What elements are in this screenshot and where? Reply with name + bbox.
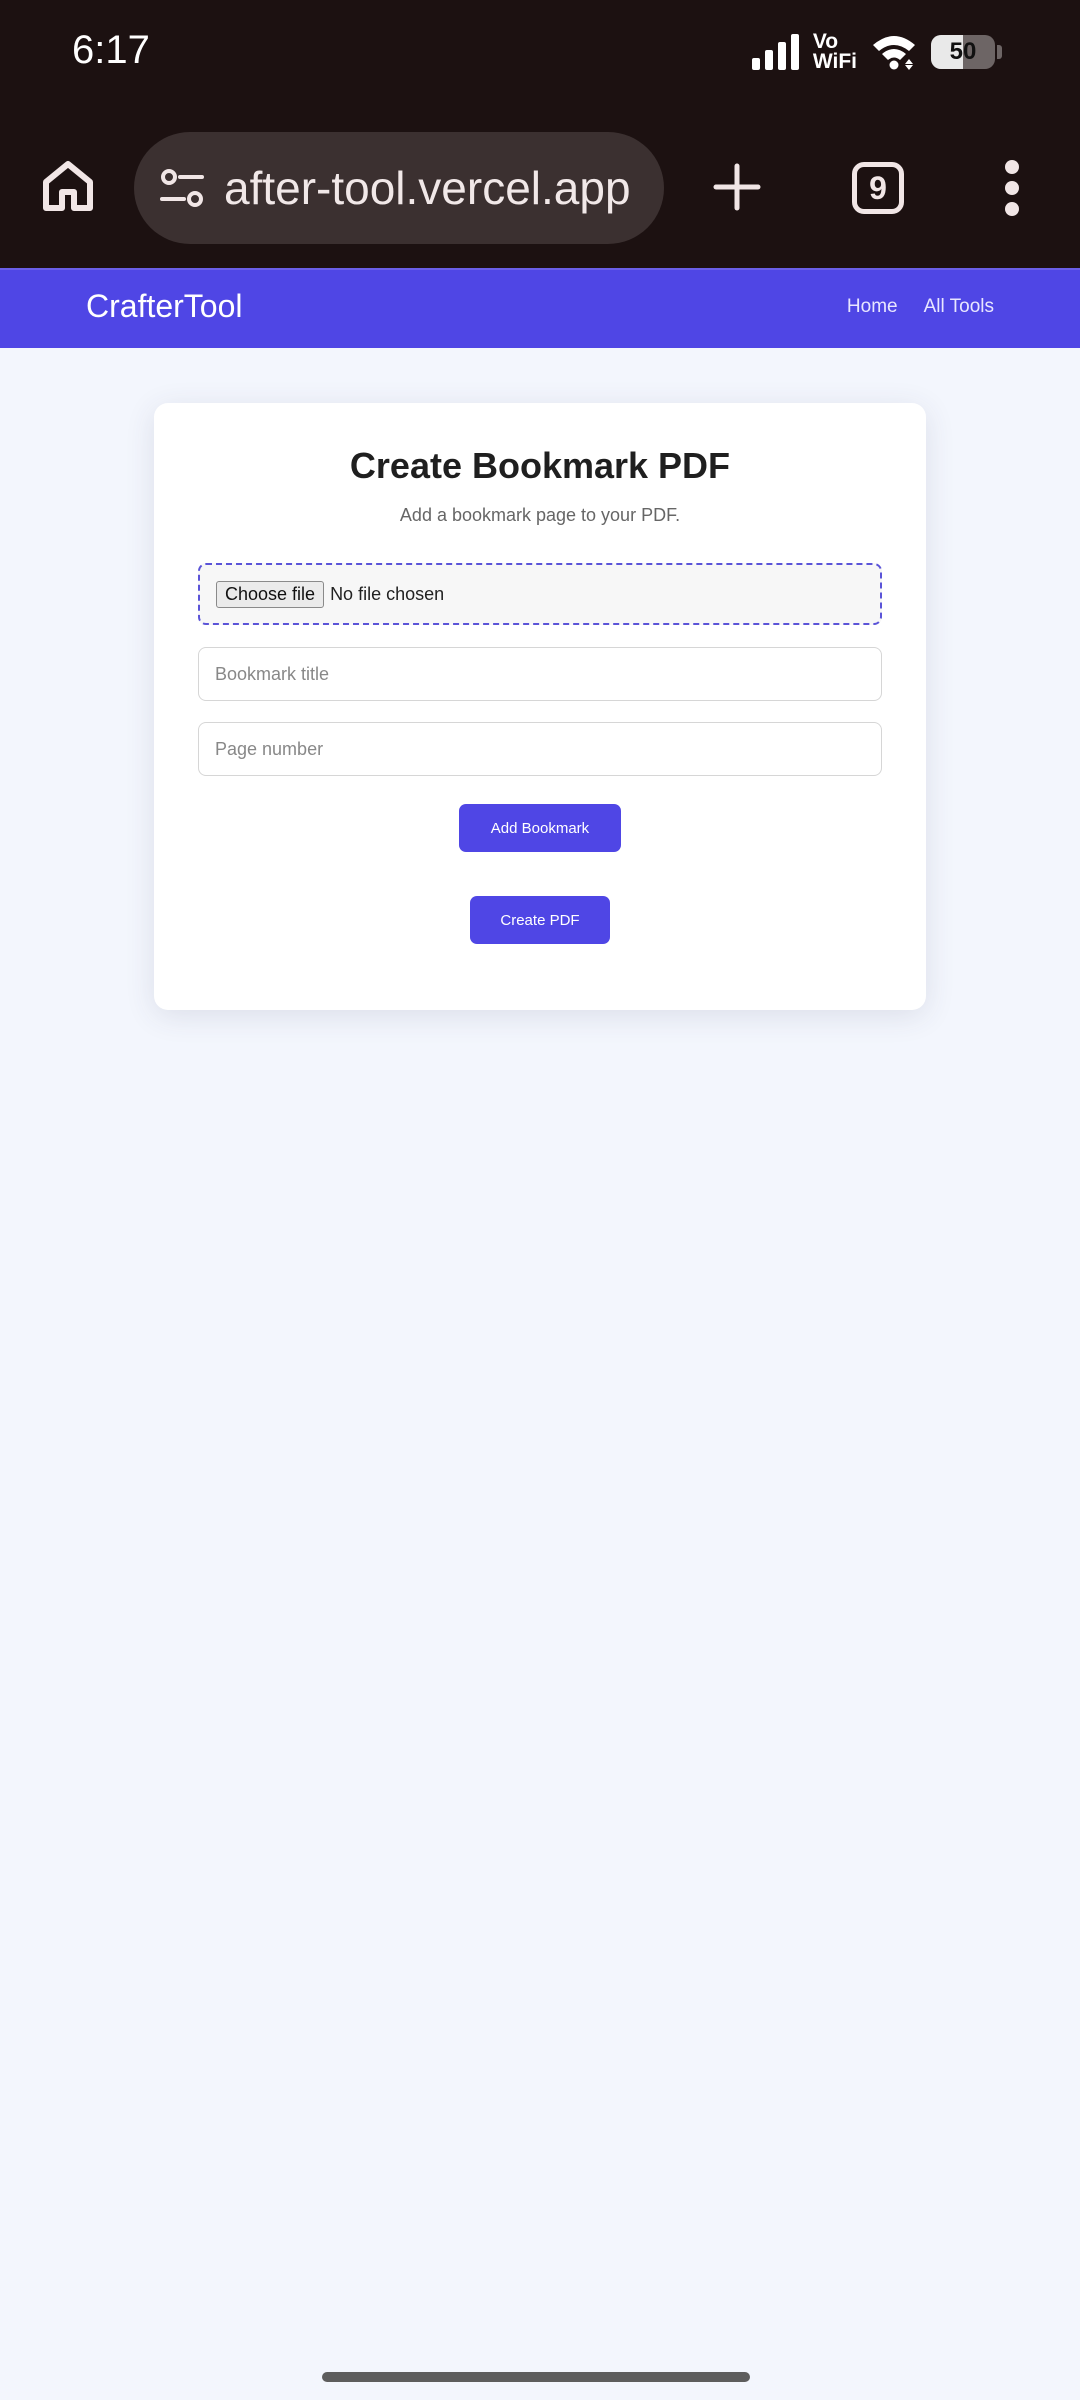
file-input[interactable]: Choose file No file chosen [198,563,882,625]
battery-icon: 50 [931,35,995,69]
browser-chrome: 6:17 Vo WiFi 50 after-tool.vercel.app 9 [0,0,1080,268]
site-navbar: CrafterTool Home All Tools [0,268,1080,348]
battery-tip [997,45,1002,59]
wifi-icon [873,36,915,70]
new-tab-icon[interactable] [712,162,762,212]
page-subtitle: Add a bookmark page to your PDF. [399,505,681,525]
nav-link-home[interactable]: Home [847,296,898,318]
url-bar[interactable]: after-tool.vercel.app [134,132,664,244]
brand-logo[interactable]: CrafterTool [86,288,243,325]
bookmark-title-input[interactable] [198,647,882,701]
choose-file-button[interactable]: Choose file [216,580,325,608]
vowifi-label: Vo WiFi [812,30,857,73]
nav-link-all-tools[interactable]: All Tools [924,296,994,318]
nav-links: Home All Tools [847,296,994,318]
more-menu-icon[interactable] [1000,160,1024,216]
site-settings-icon[interactable] [158,164,206,212]
url-text[interactable]: after-tool.vercel.app [224,161,631,215]
add-bookmark-button[interactable]: Add Bookmark [459,804,621,852]
create-pdf-button[interactable]: Create PDF [470,896,610,944]
page-number-input[interactable] [198,722,882,776]
gesture-bar[interactable] [322,2372,750,2382]
page-title: Create Bookmark PDF [349,445,731,486]
home-icon[interactable] [40,158,96,214]
file-status: No file chosen [330,583,445,604]
status-icons: Vo WiFi 50 [751,28,1002,76]
bookmark-pdf-card: Create Bookmark PDF Add a bookmark page … [154,403,926,1010]
signal-icon [751,34,799,70]
tab-switcher-icon[interactable]: 9 [852,162,904,214]
status-time: 6:17 [72,28,150,72]
